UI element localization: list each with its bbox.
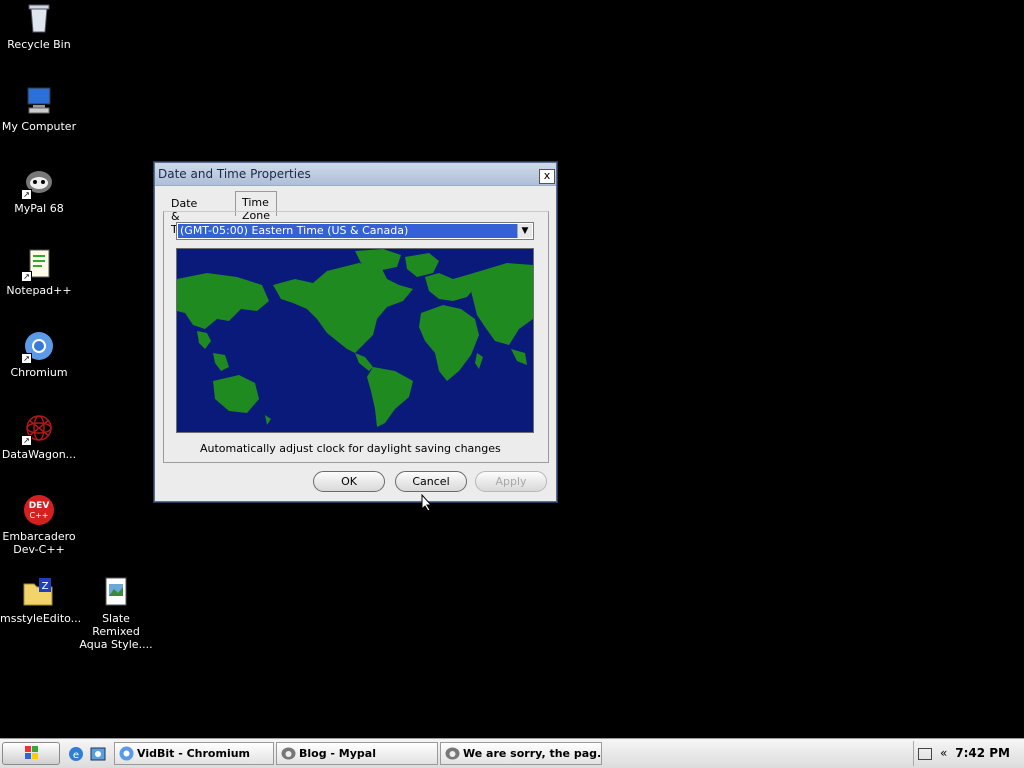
desktop-icon-label: DataWagon... — [1, 448, 77, 461]
desktop-icon-label: My Computer — [1, 120, 77, 133]
desktop-icon-label: Embarcadero Dev-C++ — [2, 530, 76, 556]
start-button[interactable] — [2, 742, 60, 765]
desktop-icon-msstyleeditor[interactable]: Z msstyleEdito... — [0, 576, 82, 625]
daylight-saving-label[interactable]: Automatically adjust clock for daylight … — [200, 442, 501, 455]
dialog-titlebar[interactable]: Date and Time Properties x — [155, 163, 556, 186]
task-vidbit-chromium[interactable]: VidBit - Chromium — [114, 742, 274, 765]
apply-button[interactable]: Apply — [475, 471, 547, 492]
svg-text:C++: C++ — [30, 511, 49, 520]
shortcut-arrow-icon: ↗ — [21, 189, 32, 200]
internet-explorer-icon[interactable]: e — [68, 746, 84, 762]
desktop-icon-slate-remixed[interactable]: Slate Remixed Aqua Style.... — [78, 576, 154, 651]
mypal-icon — [281, 746, 296, 761]
show-desktop-icon[interactable] — [90, 746, 106, 762]
notepad-icon: ↗ — [21, 248, 55, 282]
time-zone-panel: (GMT-05:00) Eastern Time (US & Canada) ▼ — [163, 211, 549, 463]
ok-button[interactable]: OK — [313, 471, 385, 492]
desktop-icon-chromium[interactable]: ↗ Chromium — [1, 330, 77, 379]
task-we-are-sorry[interactable]: We are sorry, the pag... — [440, 742, 602, 765]
desktop-icon-datawagon[interactable]: ↗ DataWagon... — [1, 412, 77, 461]
mypal-icon — [445, 746, 460, 761]
dialog-title: Date and Time Properties — [158, 167, 311, 181]
desktop-icon-mypal[interactable]: ↗ MyPal 68 — [1, 166, 77, 215]
world-map — [176, 248, 534, 433]
clock[interactable]: 7:42 PM — [955, 746, 1010, 760]
chromium-icon — [119, 746, 134, 761]
keyboard-icon[interactable] — [918, 748, 932, 760]
datawagon-icon: ↗ — [21, 412, 55, 446]
date-time-properties-dialog: Date and Time Properties x Date & Time T… — [154, 162, 557, 502]
devcpp-icon: DEV C++ — [23, 494, 55, 526]
cancel-button[interactable]: Cancel — [395, 471, 467, 492]
mypal-icon: ↗ — [21, 166, 55, 200]
chevron-down-icon[interactable]: ▼ — [517, 224, 532, 238]
task-label: VidBit - Chromium — [137, 747, 251, 760]
folder-zip-icon: Z — [22, 576, 54, 608]
desktop-icon-my-computer[interactable]: My Computer — [1, 84, 77, 133]
task-blog-mypal[interactable]: Blog - Mypal — [276, 742, 438, 765]
shortcut-arrow-icon: ↗ — [21, 353, 32, 364]
desktop-icon-notepad[interactable]: ↗ Notepad++ — [1, 248, 77, 297]
recycle-bin-icon — [23, 2, 55, 34]
desktop-icon-label: MyPal 68 — [14, 202, 64, 215]
desktop-icon-label: Notepad++ — [6, 284, 72, 297]
tray-expand-button[interactable]: « — [940, 746, 947, 760]
svg-text:Z: Z — [42, 581, 49, 592]
close-button[interactable]: x — [539, 169, 555, 184]
timezone-selected-value: (GMT-05:00) Eastern Time (US & Canada) — [178, 224, 517, 238]
desktop-icon-label: msstyleEdito... — [0, 612, 82, 625]
desktop-icon-recycle-bin[interactable]: Recycle Bin — [1, 2, 77, 51]
mouse-cursor-icon — [421, 493, 433, 515]
task-label: We are sorry, the pag... — [463, 747, 602, 760]
windows-logo-icon — [25, 746, 38, 759]
svg-text:e: e — [73, 750, 79, 761]
timezone-select[interactable]: (GMT-05:00) Eastern Time (US & Canada) ▼ — [176, 222, 534, 240]
task-label: Blog - Mypal — [299, 747, 376, 760]
computer-icon — [23, 84, 55, 116]
desktop-icon-label: Recycle Bin — [7, 38, 71, 51]
shortcut-arrow-icon: ↗ — [21, 271, 32, 282]
desktop-icon-label: Slate Remixed Aqua Style.... — [79, 612, 153, 651]
desktop-icon-label: Chromium — [10, 366, 68, 379]
svg-text:DEV: DEV — [29, 501, 50, 511]
desktop-icon-devcpp[interactable]: DEV C++ Embarcadero Dev-C++ — [1, 494, 77, 556]
system-tray: « 7:42 PM — [913, 741, 1024, 766]
document-icon — [100, 576, 132, 608]
chromium-icon: ↗ — [21, 330, 55, 364]
taskbar: e VidBit - Chromium Blog - Mypal We are … — [0, 738, 1024, 768]
shortcut-arrow-icon: ↗ — [21, 435, 32, 446]
